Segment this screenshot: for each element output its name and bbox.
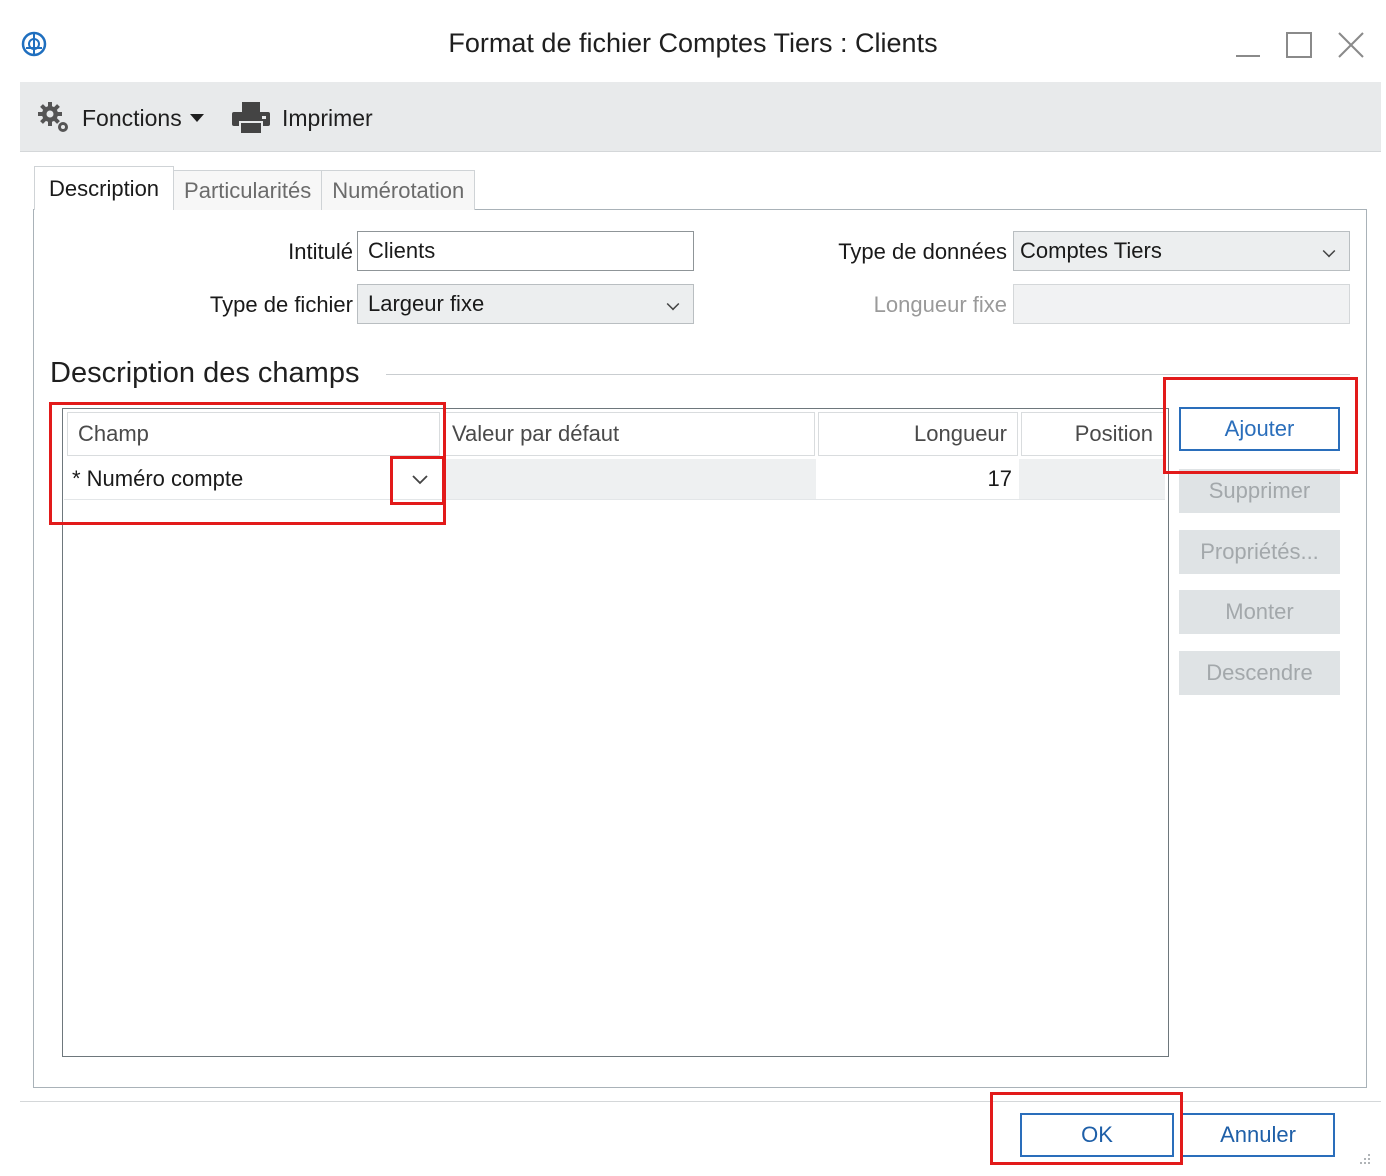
intitule-label: Intitulé — [288, 239, 353, 264]
add-button[interactable]: Ajouter — [1179, 407, 1340, 451]
column-header-longueur[interactable]: Longueur — [818, 412, 1018, 456]
minimize-icon[interactable] — [1232, 28, 1266, 62]
cell-valeur[interactable] — [442, 459, 816, 499]
column-header-champ[interactable]: Champ — [67, 412, 440, 456]
printer-icon — [232, 102, 270, 135]
type-donnees-value: Comptes Tiers — [1020, 238, 1162, 263]
longueur-fixe-field — [1013, 284, 1350, 324]
ok-button[interactable]: OK — [1020, 1113, 1174, 1157]
tab-strip: Description Particularités Numérotation — [34, 166, 476, 210]
intitule-value: Clients — [368, 238, 436, 263]
chevron-down-icon — [1322, 244, 1336, 258]
tab-numerotation[interactable]: Numérotation — [321, 170, 476, 210]
cell-longueur-value: 17 — [987, 466, 1012, 491]
footer-divider — [20, 1101, 1381, 1102]
type-fichier-select[interactable]: Largeur fixe — [357, 284, 694, 324]
group-divider — [386, 374, 1350, 375]
tab-description[interactable]: Description — [34, 166, 175, 210]
fields-group-title: Description des champs — [50, 357, 360, 389]
print-button[interactable]: Imprimer — [230, 100, 373, 136]
cancel-button[interactable]: Annuler — [1181, 1113, 1335, 1157]
toolbar: Fonctions Imprimer — [20, 82, 1381, 152]
longueur-fixe-label: Longueur fixe — [873, 292, 1007, 317]
close-icon[interactable] — [1334, 28, 1368, 62]
cell-longueur[interactable]: 17 — [816, 459, 1018, 499]
column-header-valeur[interactable]: Valeur par défaut — [443, 412, 815, 456]
print-label: Imprimer — [282, 104, 373, 131]
move-down-button[interactable]: Descendre — [1179, 651, 1340, 695]
delete-button[interactable]: Supprimer — [1179, 469, 1340, 513]
maximize-icon[interactable] — [1282, 28, 1316, 62]
window-title: Format de fichier Comptes Tiers : Client… — [448, 28, 938, 58]
functions-label: Fonctions — [82, 104, 182, 131]
cell-position[interactable] — [1019, 459, 1165, 499]
row-divider — [64, 499, 1165, 500]
chevron-down-icon — [666, 297, 680, 311]
type-donnees-label: Type de données — [838, 239, 1007, 264]
dropdown-caret-icon — [189, 114, 204, 122]
move-up-button[interactable]: Monter — [1179, 590, 1340, 634]
cell-champ[interactable]: * Numéro compte — [64, 459, 442, 499]
resize-grip-icon[interactable] — [1356, 1150, 1372, 1166]
gear-icon — [38, 102, 68, 132]
tab-particularites[interactable]: Particularités — [173, 170, 323, 210]
cell-champ-value: * Numéro compte — [72, 466, 244, 491]
column-header-position[interactable]: Position — [1021, 412, 1164, 456]
fields-grid[interactable] — [62, 408, 1169, 1057]
type-fichier-value: Largeur fixe — [368, 291, 485, 316]
title-bar: Format de fichier Comptes Tiers : Client… — [0, 0, 1386, 82]
properties-button[interactable]: Propriétés... — [1179, 530, 1340, 574]
type-donnees-select[interactable]: Comptes Tiers — [1013, 231, 1350, 271]
type-fichier-label: Type de fichier — [209, 292, 353, 317]
chevron-down-icon[interactable] — [408, 473, 432, 487]
functions-menu-button[interactable]: Fonctions — [36, 100, 204, 136]
intitule-field[interactable]: Clients — [357, 231, 694, 271]
